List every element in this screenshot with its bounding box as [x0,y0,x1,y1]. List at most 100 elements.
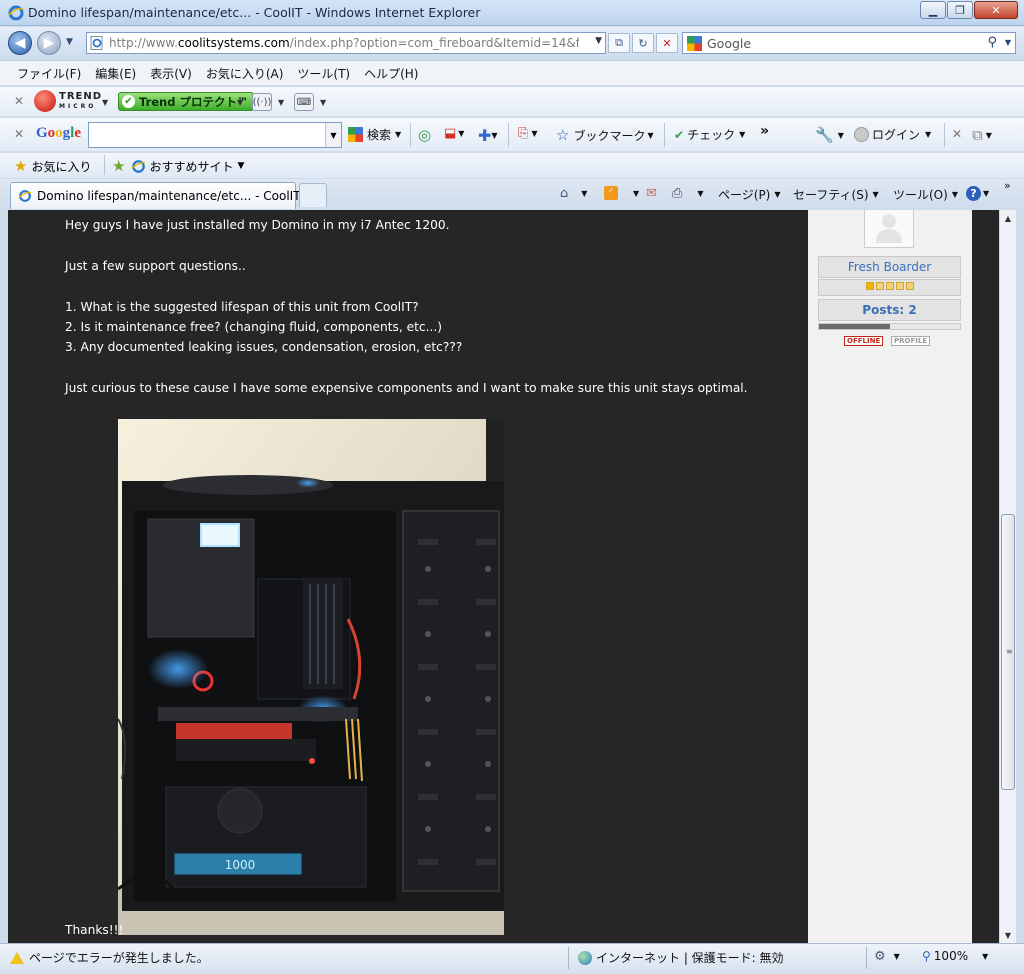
google-search-input[interactable]: ▼ [88,122,342,148]
forward-button[interactable]: ▶ [37,31,61,55]
keyboard-button[interactable]: ⌨ [294,93,314,111]
safety-menu[interactable]: セーフティ(S) ▼ [793,186,879,203]
feeds-button[interactable]: ◜ ▼ [604,186,639,200]
scroll-down-arrow-icon[interactable]: ▼ [1000,927,1016,943]
menu-help[interactable]: ヘルプ(H) [357,65,425,82]
google-search-button[interactable]: 検索 ▼ [348,126,401,143]
rank-star-icon [895,282,904,290]
popup-dropdown-icon[interactable]: ▼ [458,129,464,138]
scroll-up-arrow-icon[interactable]: ▲ [1000,210,1016,226]
close-google-toolbar-icon[interactable]: ✕ [14,127,24,141]
more-tools-chevron[interactable]: » [760,123,769,139]
toolbar-separator [944,123,945,147]
settings-wrench-button[interactable]: 🔧 ▼ [815,126,844,144]
address-bar[interactable]: http://www.coolitsystems.com/index.php?o… [86,32,606,54]
trend-micro-logo[interactable]: TREND MICRO [34,90,102,112]
avatar[interactable] [864,210,914,248]
scrollbar-thumb[interactable]: ≡ [1001,514,1015,790]
menu-edit[interactable]: 編集(E) [88,65,143,82]
bookmarks-dropdown-icon[interactable]: ▼ [647,131,653,140]
web-search-box[interactable]: Google ⚲ ▼ [682,32,1016,54]
page-dropdown-icon[interactable]: ▼ [774,190,780,199]
favorites-separator [104,155,105,175]
menu-view[interactable]: 表示(V) [143,65,199,82]
favorites-label: お気に入り [31,159,92,174]
minimize-button[interactable]: ▁ [920,1,946,19]
share-dropdown-icon[interactable]: ▼ [531,129,537,138]
settings-dropdown-icon[interactable]: ▼ [838,131,844,140]
print-button[interactable]: ⎙ ▼ [672,186,704,201]
protected-mode-dropdown-icon[interactable]: ▼ [894,952,900,961]
popup-blocker-button[interactable]: ⬓ ▼ [444,126,464,141]
new-tab-button[interactable] [299,183,327,207]
suggested-dropdown-icon[interactable]: ▼ [237,161,244,171]
maximize-button[interactable]: ❐ [947,1,973,19]
close-window-button[interactable]: ✕ [974,1,1018,19]
check-dropdown-icon[interactable]: ▼ [739,130,745,139]
tools-dropdown-icon[interactable]: ▼ [952,190,958,199]
add-button[interactable]: ✚ ▼ [478,126,498,145]
translate-dropdown-icon[interactable]: ▼ [986,131,992,140]
history-dropdown-icon[interactable]: ▼ [66,37,73,47]
menu-favorites[interactable]: お気に入り(A) [199,65,291,82]
bookmarks-button[interactable]: ☆ ブックマーク ▼ [556,126,654,144]
commands-chevron[interactable]: » [1004,179,1011,192]
home-icon: ⌂ [560,186,569,201]
zoom-control[interactable]: ⚲ 100% ▼ [922,949,988,963]
tab-active[interactable]: Domino lifespan/maintenance/etc... - Coo… [10,182,301,209]
home-dropdown-icon[interactable]: ▼ [581,189,587,198]
feeds-dropdown-icon[interactable]: ▼ [633,189,639,198]
close-toolbar-icon[interactable]: ✕ [14,94,24,108]
tab-label: Domino lifespan/maintenance/etc... - Coo… [37,189,301,203]
trend-protect-dropdown-icon[interactable]: ▼ [237,98,243,107]
trend-feed-dropdown-icon[interactable]: ▼ [278,98,284,107]
keyboard-dropdown-icon[interactable]: ▼ [320,98,326,107]
suggested-sites-button[interactable]: ★ おすすめサイト ▼ [112,157,244,175]
google-search-dropdown-arrow-icon[interactable]: ▼ [395,130,401,139]
mail-button[interactable]: ✉ [646,186,660,201]
tools-menu[interactable]: ツール(O) ▼ [893,186,958,203]
protected-mode-button[interactable]: ⚙ ▼ [874,949,900,964]
trend-feed-button[interactable]: ((·)) [252,93,272,111]
menu-file[interactable]: ファイル(F) [10,65,88,82]
address-dropdown-icon[interactable]: ▼ [595,36,602,46]
compat-view-button[interactable]: ⧉ [608,33,630,53]
login-dropdown-icon[interactable]: ▼ [925,130,931,139]
trend-protect-button[interactable]: ✔ Trend プロテクト™ [118,92,255,111]
page-menu[interactable]: ページ(P) ▼ [718,186,781,203]
print-dropdown-icon[interactable]: ▼ [697,189,703,198]
help-dropdown-icon[interactable]: ▼ [983,189,989,198]
safety-dropdown-icon[interactable]: ▼ [873,190,879,199]
spell-check-button[interactable]: ✔ チェック ▼ [674,126,745,143]
add-dropdown-icon[interactable]: ▼ [491,131,497,140]
page-error-indicator[interactable]: ページでエラーが発生しました。 [10,949,209,966]
plus-icon: ✚ [478,126,492,145]
search-options-dropdown-icon[interactable]: ▼ [1005,38,1011,47]
pc-case-photo[interactable]: 1000 [118,419,504,935]
url-text[interactable]: http://www.coolitsystems.com/index.php?o… [109,36,579,50]
favorites-button[interactable]: ★ お気に入り [14,157,91,175]
trend-menu-dropdown-icon[interactable]: ▼ [102,98,108,107]
help-icon: ? [966,186,981,201]
help-button[interactable]: ? ▼ [966,186,989,201]
google-search-dropdown-icon[interactable]: ▼ [325,123,341,147]
profile-button[interactable]: PROFILE [891,336,931,346]
search-icon[interactable]: ⚲ [987,35,997,50]
google-spiral-button[interactable]: ◎ [418,126,431,144]
back-button[interactable]: ◀ [8,31,32,55]
stop-button[interactable]: ✕ [656,33,678,53]
share-button[interactable]: ⎘ ▼ [518,126,538,141]
google-logo[interactable]: Google [36,125,81,142]
zoom-dropdown-icon[interactable]: ▼ [982,952,988,961]
refresh-button[interactable]: ↻ [632,33,654,53]
login-button[interactable]: ログイン ▼ [854,126,931,143]
vertical-scrollbar[interactable]: ▲ ≡ ▼ [999,210,1016,943]
translate-button[interactable]: ⧉ ▼ [972,126,992,144]
page-ie-icon [90,36,103,50]
menu-tools[interactable]: ツール(T) [290,65,357,82]
toolbar-separator [664,123,665,147]
home-button[interactable]: ⌂ ▼ [560,186,587,201]
warning-icon [10,951,24,964]
security-zone[interactable]: インターネット | 保護モード: 無効 [578,949,784,966]
close-extension-icon[interactable]: ✕ [952,127,962,141]
